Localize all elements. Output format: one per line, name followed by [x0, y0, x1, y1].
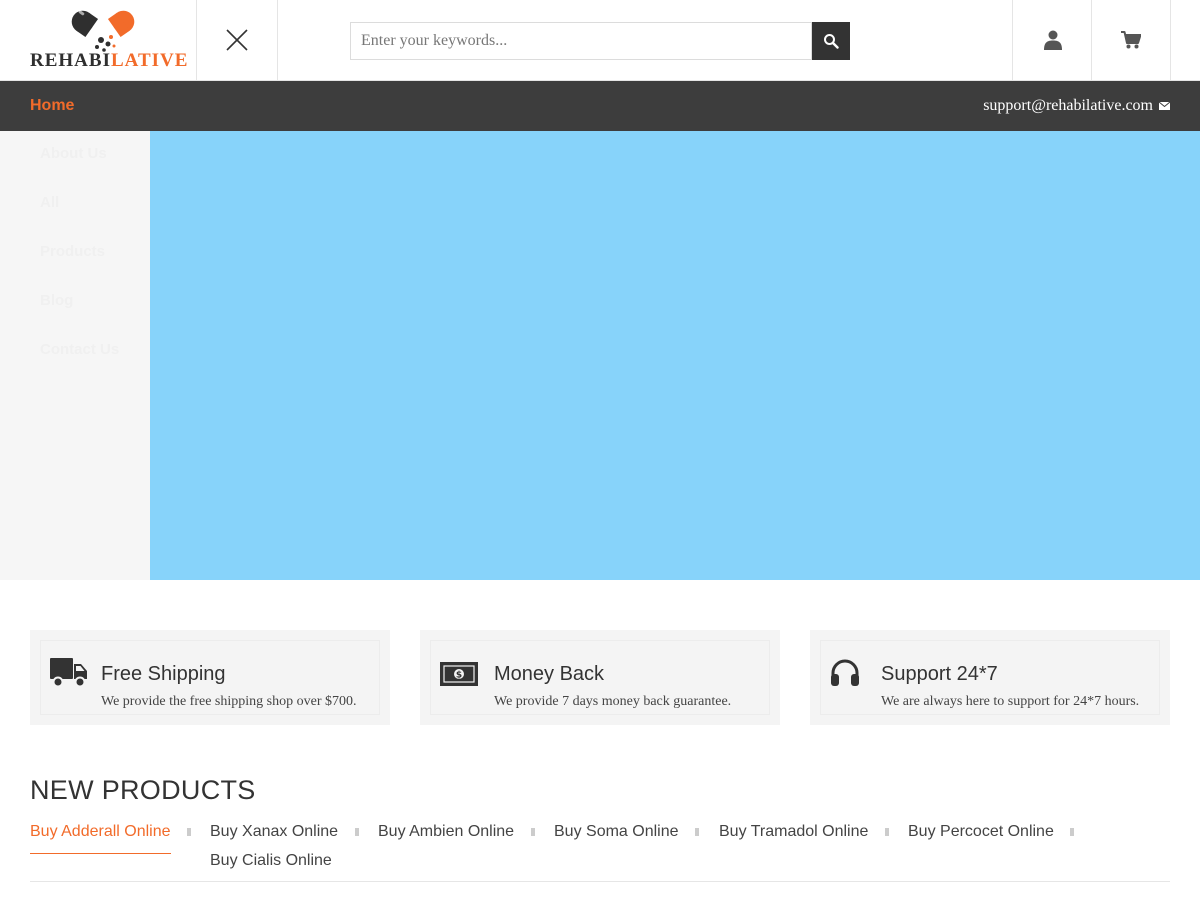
- feature-description: We provide 7 days money back guarantee.: [494, 694, 732, 709]
- cart-button[interactable]: [1091, 0, 1171, 80]
- feature-support: Support 24*7 We are always here to suppo…: [810, 630, 1170, 725]
- hero-banner: [150, 131, 1200, 580]
- tab-separator: [695, 828, 699, 836]
- feature-money-back: $ Money Back We provide 7 days money bac…: [420, 630, 780, 725]
- tabs-divider: [30, 881, 1170, 882]
- side-menu-item-blog[interactable]: Blog: [40, 292, 73, 309]
- logo-text: REHABILATIVE: [30, 51, 188, 71]
- close-menu-button[interactable]: [197, 0, 278, 80]
- headphones-icon: [831, 659, 859, 686]
- close-icon: [226, 29, 248, 51]
- new-products-heading: NEW PRODUCTS: [30, 775, 256, 805]
- side-menu-item-products[interactable]: Products: [40, 243, 105, 260]
- feature-title: Support 24*7: [881, 663, 998, 685]
- tab-separator: [187, 828, 191, 836]
- tab-buy-cialis-online[interactable]: Buy Cialis Online: [210, 852, 332, 870]
- tab-separator: [1070, 828, 1074, 836]
- side-menu-item-contact-us[interactable]: Contact Us: [40, 341, 119, 358]
- tab-separator: [531, 828, 535, 836]
- tab-buy-percocet-online[interactable]: Buy Percocet Online: [908, 823, 1054, 841]
- search-form: [350, 22, 850, 60]
- support-email-text: support@rehabilative.com: [983, 97, 1153, 114]
- cart-icon: [1121, 31, 1141, 49]
- side-menu-item-all[interactable]: All: [40, 194, 59, 211]
- search-input[interactable]: [350, 22, 812, 60]
- support-email-link[interactable]: support@rehabilative.com: [983, 81, 1170, 131]
- tab-buy-xanax-online[interactable]: Buy Xanax Online: [210, 823, 338, 841]
- side-menu: About Us All Products Blog Contact Us: [0, 131, 150, 580]
- search-icon: [824, 34, 839, 49]
- feature-title: Money Back: [494, 663, 605, 685]
- nav-home-link[interactable]: Home: [30, 81, 74, 131]
- search-button[interactable]: [812, 22, 850, 60]
- tab-separator: [355, 828, 359, 836]
- feature-description: We are always here to support for 24*7 h…: [881, 694, 1140, 709]
- tab-separator: [885, 828, 889, 836]
- user-icon: [1043, 30, 1062, 50]
- logo-text-accent: LATIVE: [110, 50, 189, 71]
- feature-free-shipping: Free Shipping We provide the free shippi…: [30, 630, 390, 725]
- tab-buy-ambien-online[interactable]: Buy Ambien Online: [378, 823, 514, 841]
- tab-buy-adderall-online[interactable]: Buy Adderall Online: [30, 823, 171, 841]
- active-tab-underline: [30, 853, 171, 854]
- site-header: REHABILATIVE: [0, 0, 1200, 81]
- feature-description: We provide the free shipping shop over $…: [101, 694, 357, 709]
- side-menu-item-about-us[interactable]: About Us: [40, 145, 107, 162]
- pill-logo-icon: [71, 10, 135, 52]
- feature-title: Free Shipping: [101, 663, 226, 685]
- svg-text:$: $: [456, 671, 462, 681]
- account-button[interactable]: [1012, 0, 1092, 80]
- truck-icon: [50, 658, 87, 688]
- tab-buy-soma-online[interactable]: Buy Soma Online: [554, 823, 679, 841]
- logo[interactable]: REHABILATIVE: [0, 0, 197, 80]
- tab-buy-tramadol-online[interactable]: Buy Tramadol Online: [719, 823, 868, 841]
- money-icon: $: [440, 662, 478, 686]
- envelope-icon: [1159, 102, 1170, 110]
- logo-text-dark: REHABI: [30, 50, 111, 71]
- main-navbar: Home support@rehabilative.com: [0, 81, 1200, 131]
